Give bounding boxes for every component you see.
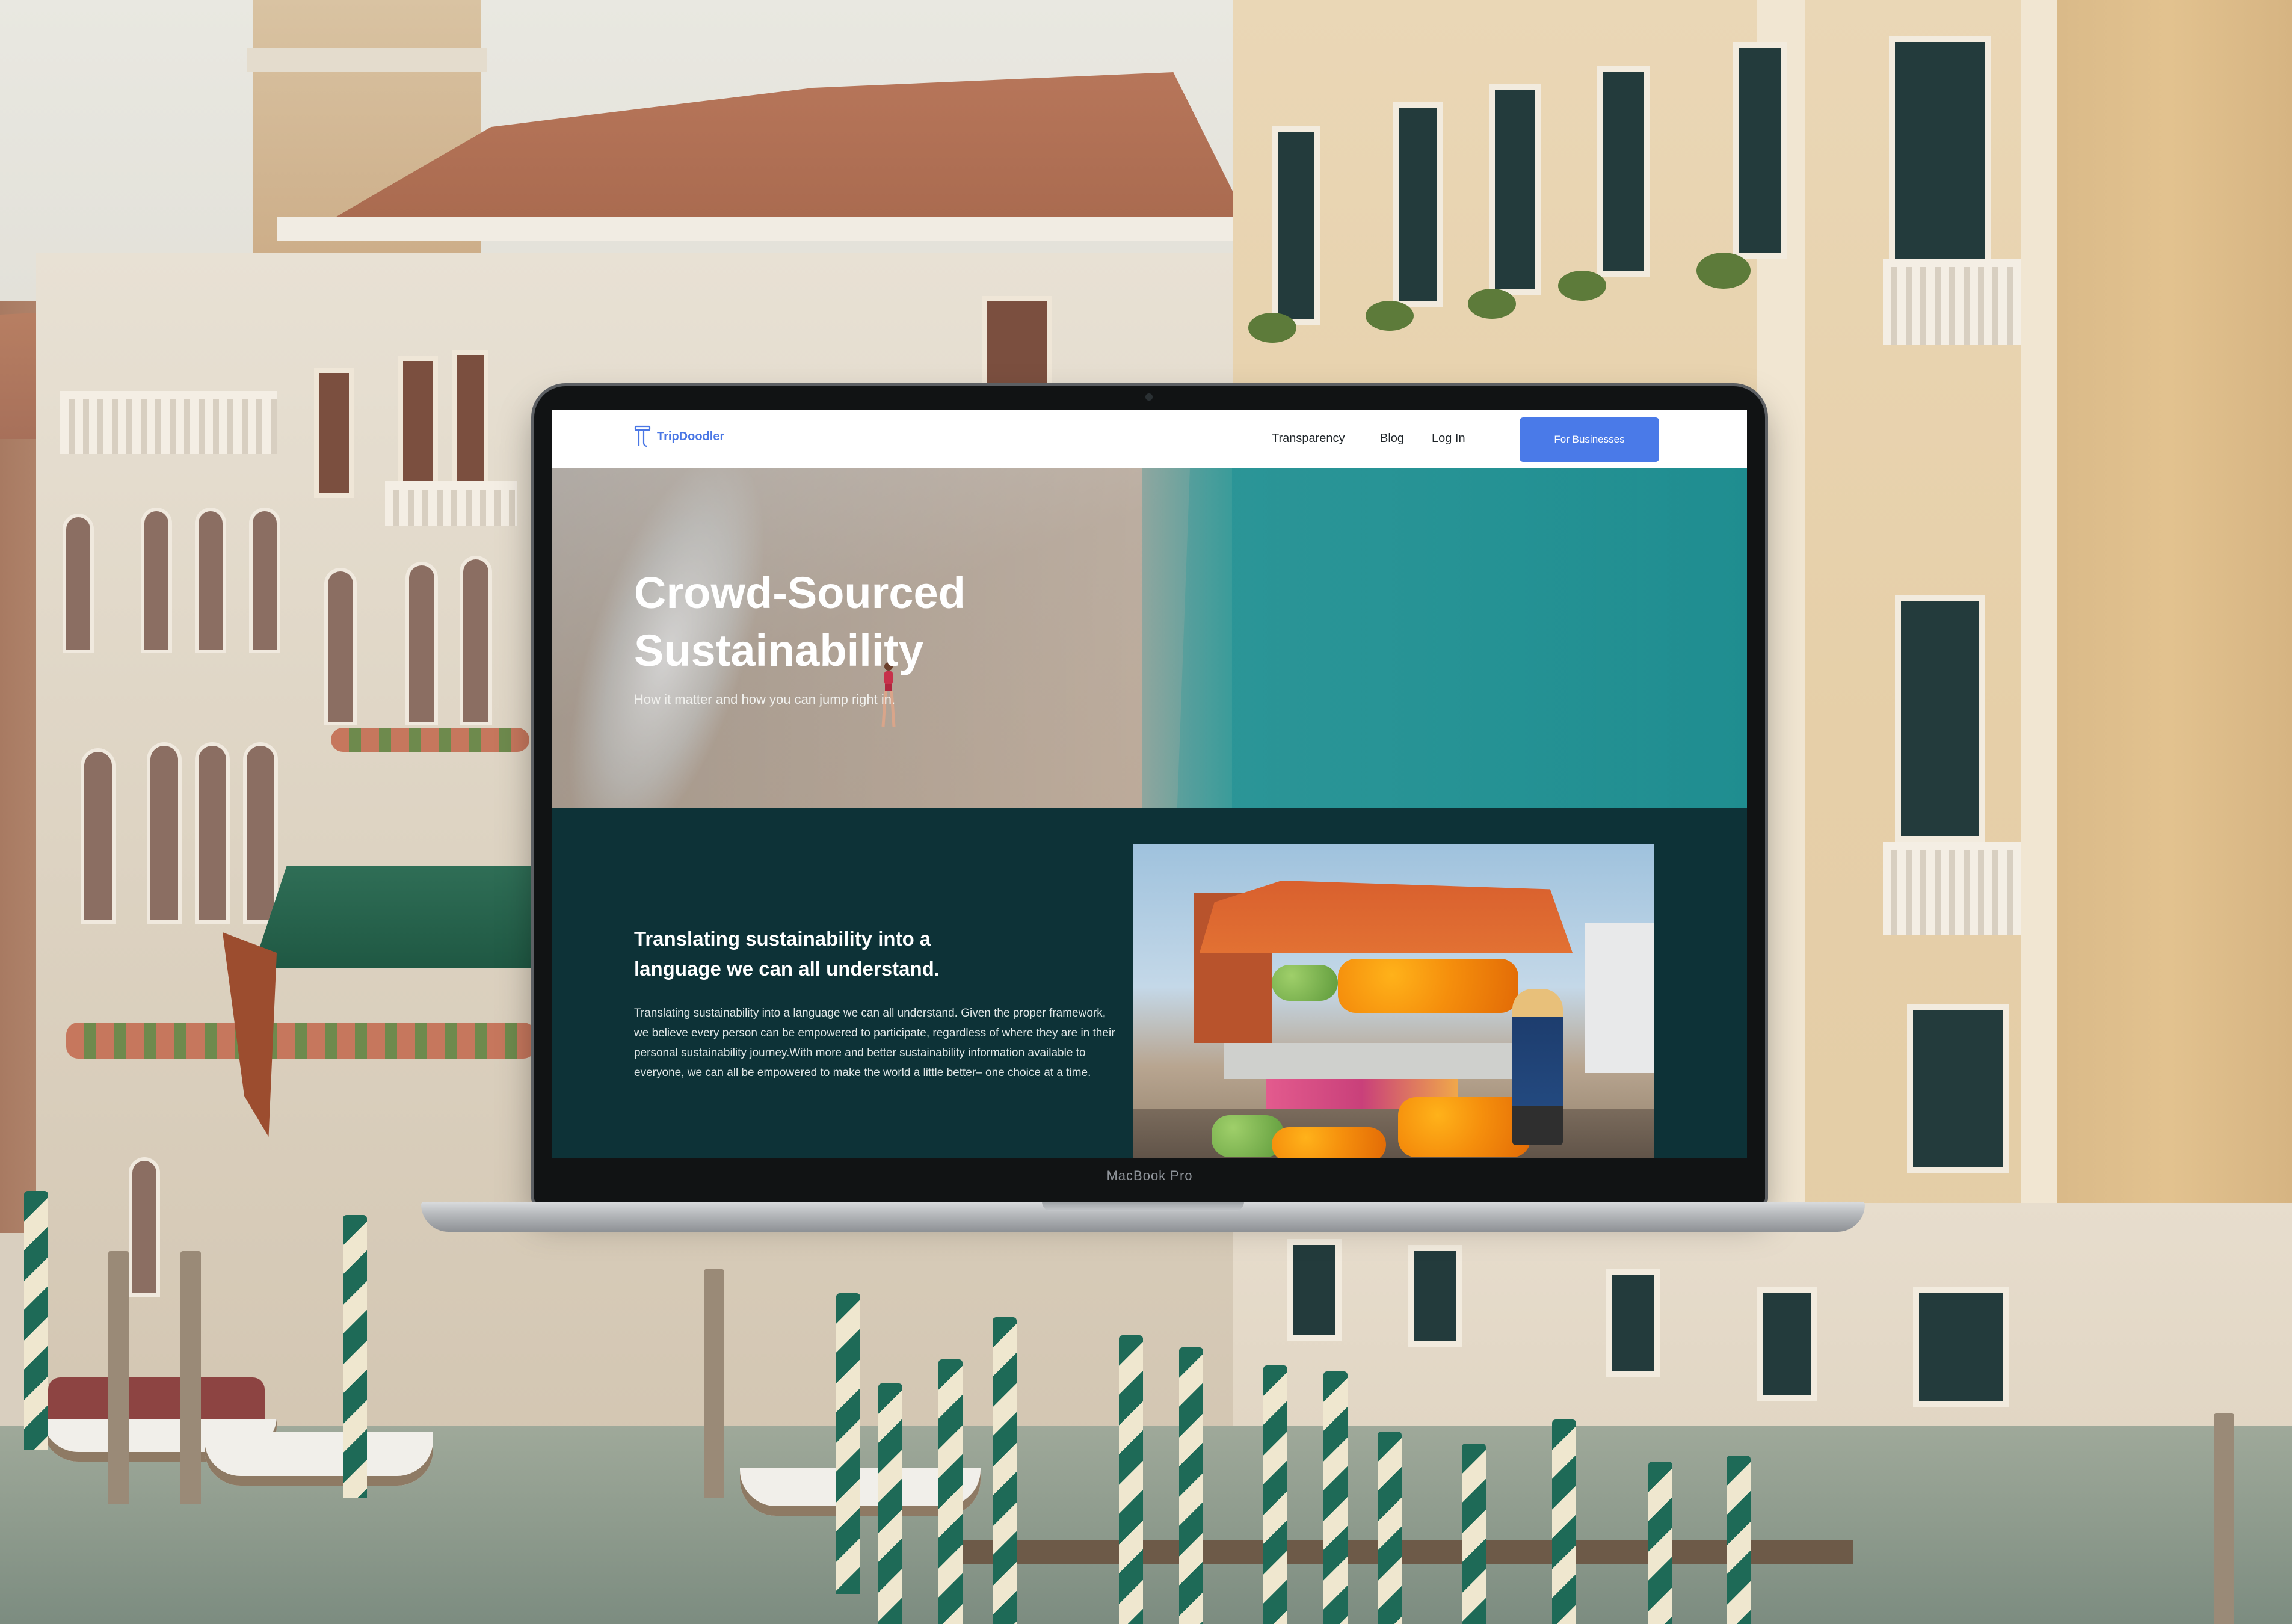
laptop-notch xyxy=(1042,1202,1244,1211)
photo-truck xyxy=(1585,923,1654,1073)
photo-oranges xyxy=(1338,959,1518,1013)
window xyxy=(1895,42,1985,259)
window xyxy=(1901,601,1979,836)
mooring-pole xyxy=(1378,1432,1402,1624)
balcony xyxy=(1883,842,2021,935)
bell-tower-cornice xyxy=(247,48,487,72)
hero-section: Crowd-Sourced Sustainability How it matt… xyxy=(552,468,1747,808)
arched-window xyxy=(144,511,168,650)
section-heading: Translating sustainability into a langua… xyxy=(634,927,940,980)
mooring-pole xyxy=(938,1359,963,1624)
window xyxy=(1739,48,1781,253)
balcony xyxy=(60,391,277,454)
window xyxy=(457,355,484,481)
window xyxy=(1414,1251,1456,1341)
nav-link-blog[interactable]: Blog xyxy=(1380,432,1404,446)
flower-boxes xyxy=(331,728,529,752)
wooden-pole xyxy=(108,1251,129,1504)
window xyxy=(1399,108,1437,301)
laptop-screen: TripDoodler Transparency Blog Log In For… xyxy=(552,410,1747,1158)
mooring-pole xyxy=(1462,1444,1486,1624)
window xyxy=(403,361,433,487)
arched-window xyxy=(253,511,277,650)
hero-subtitle: How it matter and how you can jump right… xyxy=(634,692,896,707)
camera xyxy=(1145,393,1153,401)
arched-window xyxy=(132,1161,156,1293)
pilaster xyxy=(2021,0,2057,1203)
hero-title: Crowd-Sourced Sustainability xyxy=(634,568,966,675)
window-plant xyxy=(1558,271,1606,301)
laptop: TripDoodler Transparency Blog Log In For… xyxy=(534,386,1765,1203)
wooden-pole xyxy=(704,1269,724,1498)
market-stall-photo xyxy=(1133,844,1654,1158)
mooring-pole xyxy=(1648,1462,1672,1624)
nav-link-log-in[interactable]: Log In xyxy=(1432,432,1465,446)
arched-window xyxy=(84,752,112,920)
mission-section: Translating sustainability into a langua… xyxy=(552,808,1747,1158)
window xyxy=(1612,1275,1654,1371)
mooring-pole xyxy=(993,1317,1017,1624)
mooring-pole xyxy=(343,1215,367,1498)
arched-window xyxy=(328,571,353,722)
mooring-pole xyxy=(1119,1335,1143,1624)
balcony xyxy=(385,481,517,526)
laptop-model-label: MacBook Pro xyxy=(1106,1168,1193,1183)
photo-vendor xyxy=(1512,989,1563,1145)
mooring-pole xyxy=(1179,1347,1203,1624)
arched-window xyxy=(247,746,274,920)
green-awning xyxy=(253,866,535,968)
arched-window xyxy=(150,746,178,920)
window xyxy=(1919,1293,2003,1401)
window xyxy=(1603,72,1644,271)
window-plant xyxy=(1696,253,1751,289)
laptop-base xyxy=(421,1202,1865,1232)
site-logo[interactable]: TripDoodler xyxy=(634,425,724,449)
mooring-pole xyxy=(1727,1456,1751,1624)
mooring-pole xyxy=(1323,1371,1348,1624)
boat xyxy=(205,1432,433,1486)
wooden-dock xyxy=(950,1540,1853,1564)
flower-boxes xyxy=(66,1023,535,1059)
site-navbar: TripDoodler Transparency Blog Log In For… xyxy=(552,410,1747,468)
arched-window xyxy=(199,746,226,920)
window xyxy=(319,373,349,493)
window xyxy=(1293,1245,1335,1335)
balcony xyxy=(1883,259,2021,345)
mooring-pole xyxy=(1263,1365,1287,1624)
palazzo-cornice xyxy=(277,217,1263,241)
logo-icon xyxy=(634,425,651,448)
boat-cover xyxy=(48,1377,265,1426)
brand-name: TripDoodler xyxy=(657,429,725,443)
photo-orange-tent xyxy=(1200,881,1573,953)
photo-oranges xyxy=(1272,1127,1386,1158)
photo-stall-counter xyxy=(1224,1043,1524,1079)
nav-link-transparency[interactable]: Transparency xyxy=(1272,432,1345,446)
window xyxy=(1495,90,1535,289)
mooring-pole xyxy=(836,1293,860,1594)
arched-window xyxy=(463,559,488,722)
photo-produce xyxy=(1272,965,1338,1001)
mooring-pole xyxy=(878,1383,902,1624)
window xyxy=(1278,132,1314,319)
window xyxy=(1763,1293,1811,1395)
section-body: Translating sustainability into a langua… xyxy=(634,1007,1115,1079)
window xyxy=(987,301,1047,385)
for-businesses-button[interactable]: For Businesses xyxy=(1520,417,1659,462)
arched-window xyxy=(409,565,434,722)
arched-window xyxy=(66,517,90,650)
mooring-pole xyxy=(24,1191,48,1450)
window-plant xyxy=(1366,301,1414,331)
mooring-pole xyxy=(1552,1419,1576,1624)
window xyxy=(1913,1010,2003,1167)
window-plant xyxy=(1468,289,1516,319)
photo-oranges xyxy=(1398,1097,1530,1157)
wooden-pole xyxy=(180,1251,201,1504)
window-plant xyxy=(1248,313,1296,343)
wooden-pole xyxy=(2214,1413,2234,1624)
arched-window xyxy=(199,511,223,650)
